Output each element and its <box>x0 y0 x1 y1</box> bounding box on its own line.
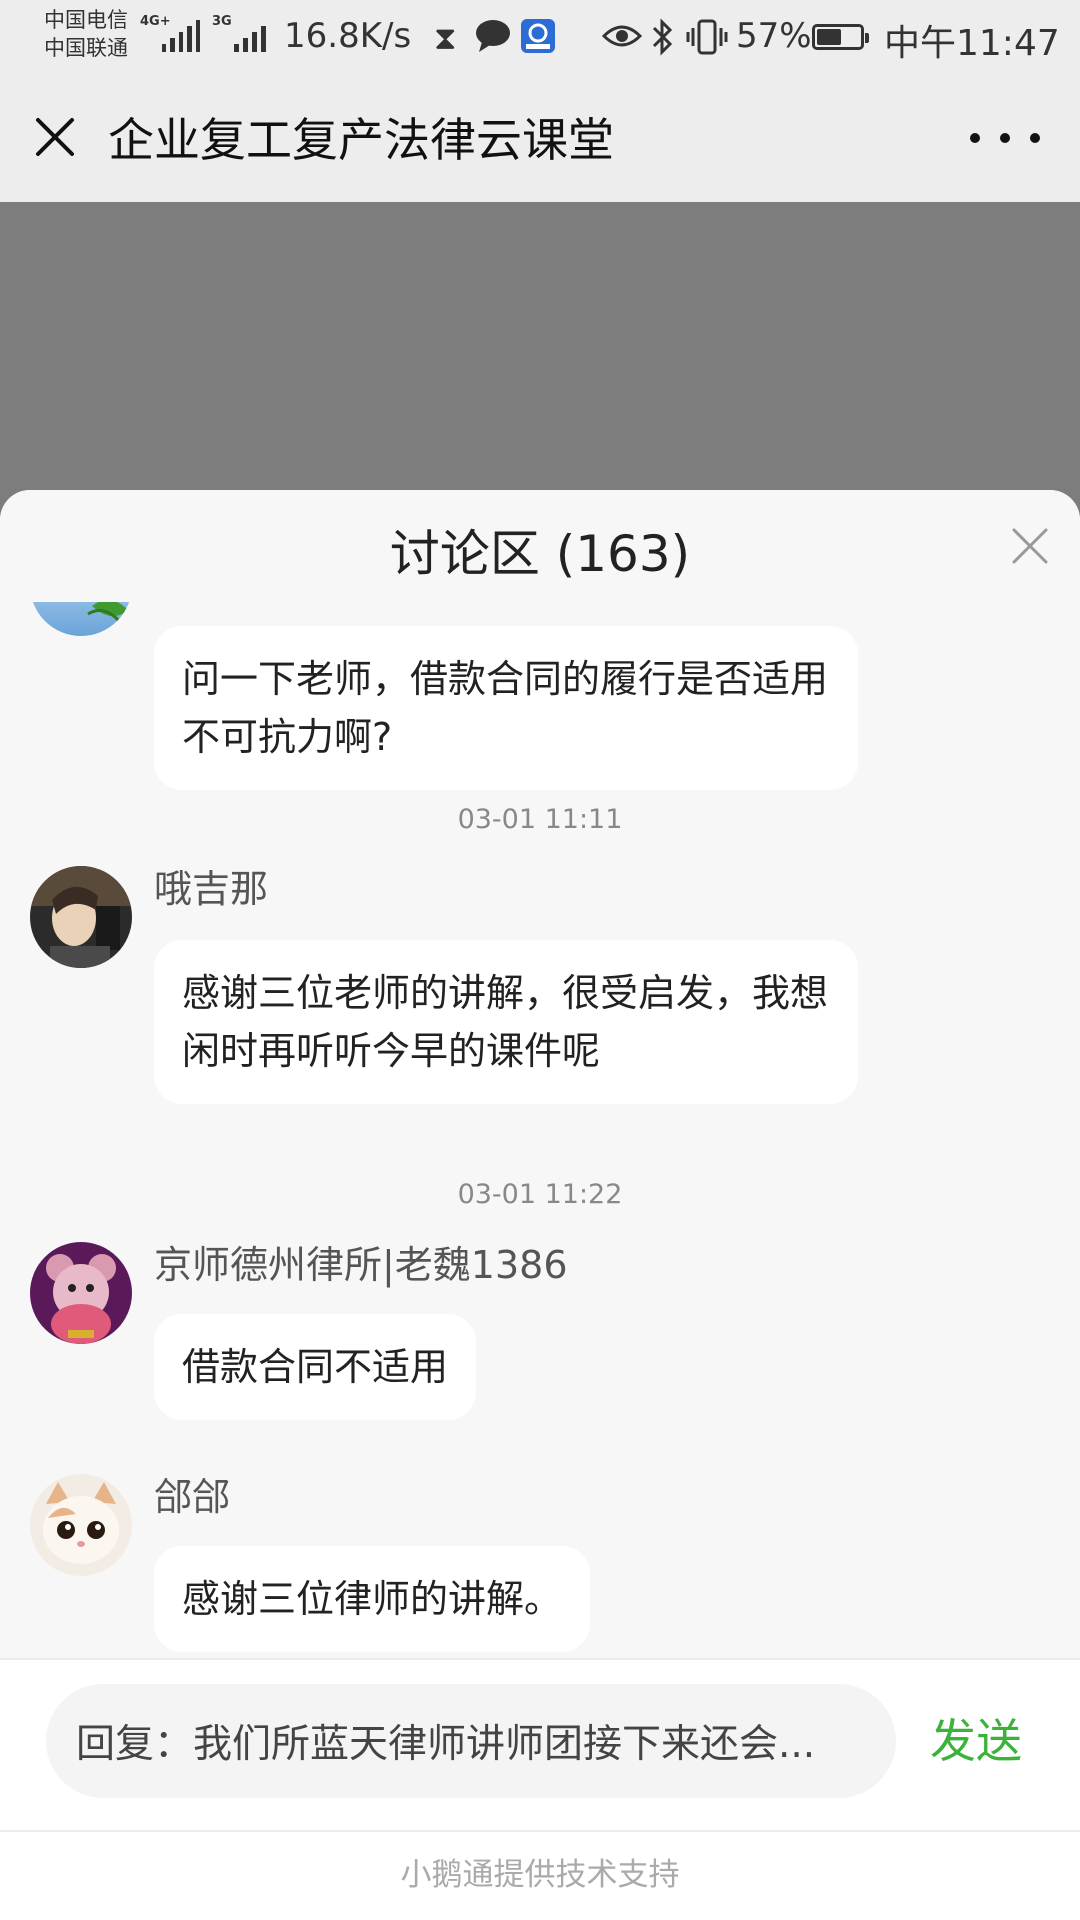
signal-strength-icon-2: 3G <box>212 14 268 52</box>
nav-bar: 企业复工复产法律云课堂 <box>0 78 1080 202</box>
app-badge-icon <box>520 18 556 63</box>
timestamp: 03-01 11:22 <box>457 1179 623 1210</box>
user-name: 郃郃 <box>154 1475 231 1519</box>
battery-icon <box>812 24 869 50</box>
clock: 中午11:47 <box>884 23 1060 64</box>
send-button[interactable]: 发送 <box>930 1696 1022 1786</box>
message-bubble: 问一下老师，借款合同的履行是否适用不可抗力啊? <box>154 626 858 790</box>
reply-input[interactable] <box>46 1684 896 1798</box>
sheet-close-icon[interactable] <box>1006 522 1054 570</box>
avatar[interactable] <box>30 1474 132 1576</box>
list-item: 京师德州律所|老魏1386 借款合同不适用 <box>30 1242 1050 1442</box>
timestamp: 03-01 11:11 <box>457 804 623 835</box>
discussion-title: 讨论区 (163) <box>389 525 691 583</box>
bluetooth-icon <box>650 18 674 65</box>
network-speed: 16.8K/s <box>284 16 412 56</box>
reply-bar: 发送 <box>0 1658 1080 1832</box>
network-type-2: 3G <box>212 14 232 29</box>
eye-icon <box>601 18 643 63</box>
battery-percent: 57% <box>736 16 812 56</box>
carrier-1: 中国电信 <box>44 8 128 32</box>
network-type-1: 4G+ <box>140 14 171 29</box>
close-icon[interactable] <box>30 112 80 162</box>
sheet-header: 讨论区 (163) <box>0 490 1080 602</box>
avatar[interactable] <box>30 1242 132 1344</box>
signal-strength-icon: 4G+ <box>140 14 201 52</box>
message-bubble: 感谢三位老师的讲解，很受启发，我想闲时再听听今早的课件呢 <box>154 940 858 1104</box>
carrier-labels: 中国电信 中国联通 <box>44 6 128 62</box>
status-bar: 中国电信 中国联通 4G+ 3G 16.8K/s ⧗ 57% 中午11:47 <box>0 0 1080 78</box>
carrier-2: 中国联通 <box>44 36 128 60</box>
message-bubble: 借款合同不适用 <box>154 1314 477 1420</box>
battery-level-fill <box>817 29 841 45</box>
vibrate-icon <box>686 18 728 65</box>
user-name: 哦吉那 <box>154 867 269 911</box>
more-options-icon[interactable] <box>970 118 1040 158</box>
avatar[interactable] <box>30 866 132 968</box>
list-item: 郃郃 感谢三位律师的讲解。 <box>30 1474 1050 1668</box>
chat-bubble-icon <box>474 18 512 63</box>
hourglass-icon: ⧗ <box>434 19 457 57</box>
discussion-sheet: 讨论区 (163) 问一下老师，借款合同的履行是否适用不可抗力啊? 03-01 … <box>0 490 1080 1920</box>
message-list[interactable]: 问一下老师，借款合同的履行是否适用不可抗力啊? 03-01 11:11 哦吉那 … <box>0 602 1080 1668</box>
powered-by-footer: 小鹅通提供技术支持 <box>0 1830 1080 1920</box>
avatar[interactable] <box>30 602 132 636</box>
page-title: 企业复工复产法律云课堂 <box>108 113 614 167</box>
list-item: 哦吉那 感谢三位老师的讲解，很受启发，我想闲时再听听今早的课件呢 <box>30 866 1050 1106</box>
user-name: 京师德州律所|老魏1386 <box>154 1243 568 1287</box>
message-bubble: 感谢三位律师的讲解。 <box>154 1546 591 1652</box>
list-item: 问一下老师，借款合同的履行是否适用不可抗力啊? <box>30 602 1050 790</box>
